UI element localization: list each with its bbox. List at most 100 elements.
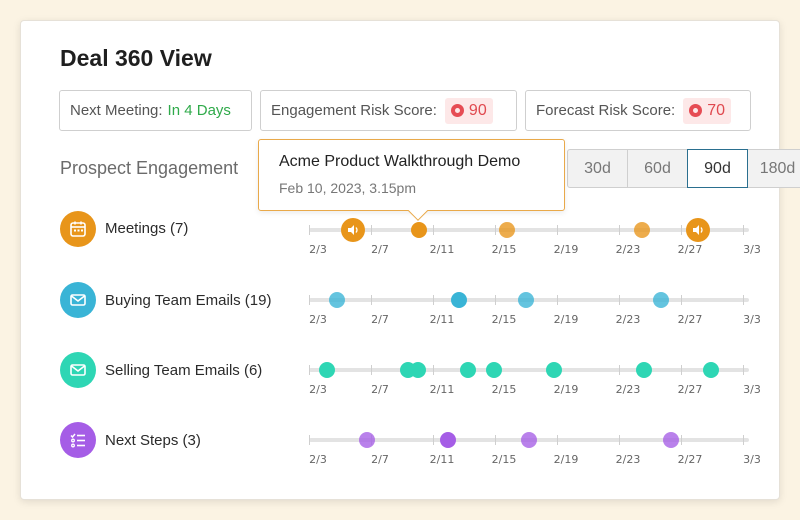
- engagement-risk-value: 90: [468, 101, 487, 119]
- axis-label: 2/19: [553, 313, 579, 326]
- range-180d-button[interactable]: 180d: [747, 149, 800, 188]
- event-marker[interactable]: [410, 362, 426, 378]
- mail-icon: [70, 364, 86, 376]
- axis-tick: [309, 295, 310, 305]
- event-marker[interactable]: [634, 222, 650, 238]
- tooltip-subtitle: Feb 10, 2023, 3.15pm: [279, 180, 416, 196]
- axis-tick: [557, 225, 558, 235]
- event-marker[interactable]: [499, 222, 515, 238]
- next-steps-row-icon: [60, 422, 96, 458]
- range-60d-button[interactable]: 60d: [627, 149, 688, 188]
- buying-emails-row-label: Buying Team Emails (19): [105, 292, 272, 309]
- axis-label: 2/15: [491, 313, 517, 326]
- tooltip-title: Acme Product Walkthrough Demo: [279, 153, 521, 170]
- event-marker[interactable]: [663, 432, 679, 448]
- page-title: Deal 360 View: [60, 45, 212, 71]
- meetings-row-label: Meetings (7): [105, 220, 189, 237]
- axis-label: 2/3: [309, 243, 327, 256]
- event-marker[interactable]: [440, 432, 456, 448]
- next-steps-timeline: 2/3 2/7 2/11 2/15 2/19 2/23 2/27 3/3: [309, 432, 761, 466]
- tooltip-arrow: [408, 201, 428, 221]
- axis-tick: [681, 295, 682, 305]
- event-marker[interactable]: [636, 362, 652, 378]
- axis-tick: [681, 435, 682, 445]
- event-marker[interactable]: [411, 222, 427, 238]
- axis-label: 2/11: [429, 453, 455, 466]
- axis-tick: [681, 365, 682, 375]
- axis-label: 2/23: [615, 243, 641, 256]
- axis-tick: [371, 225, 372, 235]
- axis-label: 2/15: [491, 453, 517, 466]
- axis-label: 2/27: [677, 243, 703, 256]
- axis-label: 2/19: [553, 453, 579, 466]
- axis-label: 2/27: [677, 313, 703, 326]
- event-marker[interactable]: [359, 432, 375, 448]
- axis-tick: [371, 295, 372, 305]
- event-marker[interactable]: [653, 292, 669, 308]
- event-marker[interactable]: [329, 292, 345, 308]
- axis-label: 2/11: [429, 313, 455, 326]
- axis-label: 2/15: [491, 383, 517, 396]
- axis-tick: [371, 365, 372, 375]
- axis-tick: [681, 225, 682, 235]
- axis-label: 2/23: [615, 383, 641, 396]
- engagement-risk-label: Engagement Risk Score:: [271, 102, 437, 119]
- axis-label: 3/3: [743, 243, 761, 256]
- event-marker[interactable]: [518, 292, 534, 308]
- next-steps-row-label: Next Steps (3): [105, 432, 201, 449]
- axis-label: 2/11: [429, 383, 455, 396]
- axis-label: 2/7: [371, 243, 389, 256]
- range-90d-button[interactable]: 90d: [687, 149, 748, 188]
- axis-tick: [743, 365, 744, 375]
- forecast-risk-score: 70: [683, 97, 732, 124]
- section-label: Prospect Engagement: [60, 158, 239, 178]
- axis-tick: [557, 295, 558, 305]
- event-marker[interactable]: [546, 362, 562, 378]
- risk-dot-icon: [689, 104, 703, 117]
- axis-label: 2/27: [677, 453, 703, 466]
- event-marker[interactable]: [521, 432, 537, 448]
- next-meeting-value: In 4 Days: [167, 102, 231, 119]
- axis-label: 2/15: [491, 243, 517, 256]
- event-marker[interactable]: [703, 362, 719, 378]
- forecast-risk-label: Forecast Risk Score:: [536, 102, 676, 119]
- axis-tick: [309, 435, 310, 445]
- forecast-risk-badge: Forecast Risk Score: 70: [525, 90, 751, 131]
- buying-emails-timeline: 2/3 2/7 2/11 2/15 2/19 2/23 2/27 3/3: [309, 292, 761, 326]
- axis-tick: [619, 435, 620, 445]
- axis-tick: [619, 365, 620, 375]
- axis-tick: [433, 435, 434, 445]
- axis-label: 2/7: [371, 313, 389, 326]
- axis-tick: [309, 365, 310, 375]
- axis-tick: [495, 225, 496, 235]
- event-marker[interactable]: [460, 362, 476, 378]
- checklist-icon: [70, 433, 85, 448]
- axis-tick: [557, 435, 558, 445]
- axis-label: 2/11: [429, 243, 455, 256]
- recording-event-marker[interactable]: [686, 218, 710, 242]
- axis-tick: [433, 295, 434, 305]
- selling-emails-row-icon: [60, 352, 96, 388]
- axis-label: 3/3: [743, 313, 761, 326]
- axis-tick: [309, 225, 310, 235]
- axis-tick: [495, 435, 496, 445]
- mail-icon: [70, 294, 86, 306]
- axis-label: 2/23: [615, 313, 641, 326]
- axis-label: 2/3: [309, 453, 327, 466]
- selling-emails-row-label: Selling Team Emails (6): [105, 362, 263, 379]
- axis-tick: [743, 295, 744, 305]
- event-marker[interactable]: [451, 292, 467, 308]
- axis-label: 2/7: [371, 453, 389, 466]
- axis-label: 3/3: [743, 383, 761, 396]
- next-meeting-label: Next Meeting:: [70, 102, 163, 119]
- deal-360-card: Deal 360 View Next Meeting: In 4 Days En…: [20, 20, 800, 500]
- range-30d-button[interactable]: 30d: [567, 149, 628, 188]
- axis-tick: [433, 225, 434, 235]
- axis-tick: [495, 295, 496, 305]
- axis-label: 2/3: [309, 313, 327, 326]
- event-marker[interactable]: [319, 362, 335, 378]
- forecast-risk-value: 70: [707, 101, 726, 119]
- event-tooltip: Acme Product Walkthrough Demo Feb 10, 20…: [258, 139, 565, 221]
- event-marker[interactable]: [486, 362, 502, 378]
- recording-event-marker[interactable]: [341, 218, 365, 242]
